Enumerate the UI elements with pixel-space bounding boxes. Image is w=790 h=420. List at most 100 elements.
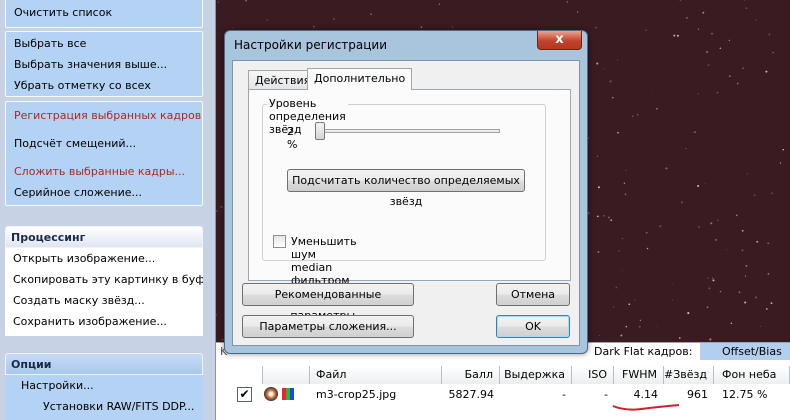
batch-stacking-link[interactable]: Серийное сложение... [6, 182, 202, 203]
star-dot [618, 250, 621, 252]
cell-score: 5827.94 [448, 388, 495, 401]
star-dot [685, 148, 687, 150]
median-filter-label: Уменьшить шум median фильтром [291, 235, 357, 287]
star-dot [420, 26, 423, 28]
row-checkbox[interactable]: ✔ [237, 387, 252, 402]
threshold-value: 2 % [287, 125, 298, 151]
cell-sky: 12.75 % [722, 388, 768, 401]
close-button[interactable]: x [537, 31, 582, 50]
copy-image-link[interactable]: Скопировать эту картинку в буфер [5, 269, 203, 290]
column-score[interactable]: Балл [442, 366, 500, 384]
star-dot [603, 68, 605, 70]
star-dot [266, 19, 268, 21]
column-file[interactable]: Файл [310, 366, 442, 384]
star-dot [728, 39, 731, 42]
select-above-link[interactable]: Выбрать значения выше... [6, 54, 202, 75]
median-filter-checkbox[interactable] [273, 235, 286, 248]
threshold-slider-track[interactable] [321, 129, 500, 133]
star-dot [652, 93, 654, 95]
raw-fits-ddp-link[interactable]: Установки RAW/FITS DDP... [5, 396, 203, 417]
star-dot [628, 303, 631, 306]
star-dot [746, 173, 748, 175]
stack-params-button[interactable]: Параметры сложения... [242, 315, 414, 338]
star-dot [712, 277, 714, 279]
color-channels-icon [282, 388, 294, 400]
select-all-link[interactable]: Выбрать все [6, 33, 202, 54]
star-dot [607, 216, 610, 219]
star-dot [576, 11, 579, 13]
star-dot [741, 249, 744, 252]
star-dot [771, 192, 773, 195]
column-sky[interactable]: Фон неба [714, 366, 790, 384]
star-dot [693, 131, 696, 134]
star-dot [741, 229, 744, 232]
star-dot [609, 80, 612, 83]
star-dot [621, 238, 623, 240]
task-panel: Очистить список Выбрать все Выбрать знач… [0, 0, 216, 420]
cancel-button[interactable]: Отмена [496, 283, 570, 306]
star-dot [765, 70, 768, 73]
count-stars-button[interactable]: Подсчитать количество определяемых звёзд [287, 169, 525, 208]
star-dot [681, 201, 683, 204]
processing-header[interactable]: Процессинг [5, 226, 203, 248]
star-dot [615, 286, 618, 289]
star-dot [438, 3, 441, 5]
star-dot [697, 93, 699, 95]
clear-list-link[interactable]: Очистить список [6, 2, 202, 23]
star-dot [613, 306, 615, 308]
red-underline-annotation [612, 404, 680, 411]
cell-file: m3-crop25.jpg [316, 388, 397, 401]
star-dot [711, 32, 713, 35]
star-dot [245, 0, 247, 2]
stack-selected-link[interactable]: Сложить выбранные кадры... [6, 161, 202, 182]
uncheck-all-link[interactable]: Убрать отметку со всех [6, 75, 202, 96]
save-image-link[interactable]: Сохранить изображение... [5, 311, 203, 332]
column-stars[interactable]: #Звёзд [664, 366, 714, 384]
star-dot [673, 34, 676, 37]
star-dot [707, 277, 709, 279]
star-dot [742, 67, 744, 70]
star-dot [772, 51, 774, 54]
column-exposure[interactable]: Выдержка [500, 366, 572, 384]
star-dot [782, 149, 785, 151]
column-iso[interactable]: ISO [572, 366, 614, 384]
star-dot [745, 275, 746, 277]
tab-advanced[interactable]: Дополнительно [307, 68, 413, 90]
ok-button[interactable]: OK [496, 315, 570, 338]
settings-link[interactable]: Настройки... [5, 375, 203, 396]
open-image-link[interactable]: Открыть изображение... [5, 248, 203, 269]
star-dot [706, 306, 709, 309]
star-dot [370, 13, 372, 16]
processing-group: Открыть изображение... Скопировать эту к… [5, 248, 203, 336]
star-dot [767, 273, 770, 275]
star-dot [755, 19, 757, 21]
star-dot [634, 299, 636, 301]
cell-iso: - [604, 388, 608, 401]
recommended-params-button[interactable]: Рекомендованные параметры... [242, 283, 414, 322]
create-star-mask-link[interactable]: Создать маску звёзд... [5, 290, 203, 311]
offset-bias-status: Offset/Bias кадр [700, 343, 790, 376]
star-dot [710, 222, 713, 225]
register-selected-link[interactable]: Регистрация выбранных кадров... [6, 105, 202, 126]
options-header[interactable]: Опции [5, 353, 203, 375]
column-fwhm[interactable]: FWHM [614, 366, 664, 384]
star-dot [611, 96, 614, 99]
star-dot [217, 1, 220, 3]
compute-offsets-link[interactable]: Подсчёт смещений... [6, 133, 202, 154]
star-dot [736, 82, 739, 85]
star-dot [714, 238, 717, 241]
star-dot [617, 59, 619, 61]
star-dot [676, 34, 679, 37]
star-dot [646, 247, 649, 250]
star-dot [621, 269, 623, 271]
star-dot [625, 325, 628, 328]
star-dot [333, 18, 335, 20]
star-dot [728, 75, 731, 78]
star-dot [754, 296, 758, 299]
star-dot [735, 214, 738, 217]
column-icon[interactable] [262, 366, 310, 384]
threshold-slider-thumb[interactable] [315, 122, 325, 140]
star-dot [645, 29, 647, 31]
star-dot [587, 212, 590, 214]
dark-flat-count: Dark Flat кадров: 0 [594, 345, 693, 376]
